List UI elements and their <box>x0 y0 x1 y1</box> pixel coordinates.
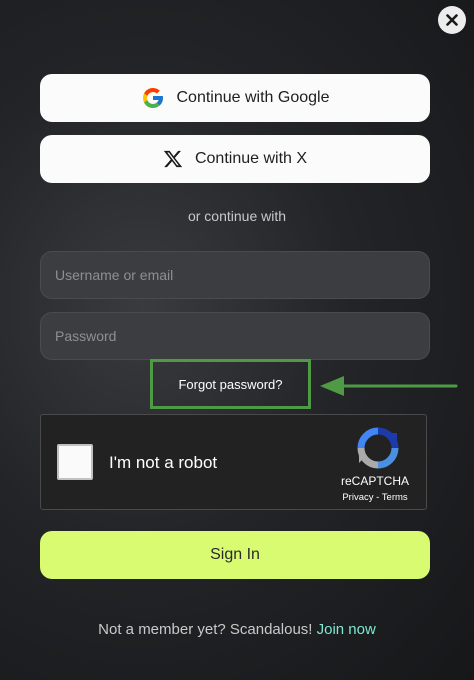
recaptcha-links: Privacy - Terms <box>319 492 431 503</box>
continue-with-x-button[interactable]: Continue with X <box>40 135 430 183</box>
sign-in-button[interactable]: Sign In <box>40 531 430 579</box>
recaptcha-privacy-link[interactable]: Privacy <box>342 492 373 503</box>
recaptcha-label: I'm not a robot <box>109 453 218 472</box>
arrow-left-icon <box>320 376 458 396</box>
forgot-password-link[interactable]: Forgot password? <box>178 377 282 392</box>
username-input[interactable] <box>40 251 430 299</box>
forgot-password-highlight: Forgot password? <box>150 359 311 409</box>
continue-with-google-button[interactable]: Continue with Google <box>40 74 430 122</box>
google-icon <box>141 86 165 110</box>
x-button-label: Continue with X <box>194 150 308 167</box>
x-logo-icon <box>163 149 183 169</box>
recaptcha-brand: reCAPTCHA <box>340 474 409 488</box>
sign-in-label: Sign In <box>210 546 260 563</box>
signup-prompt-text: Not a member yet? Scandalous! <box>98 621 313 638</box>
recaptcha-widget: I'm not a robot reCAPTCHA Privacy - Term… <box>40 414 427 510</box>
recaptcha-link-separator: - <box>373 492 382 503</box>
recaptcha-terms-link[interactable]: Terms <box>382 492 408 503</box>
google-button-label: Continue with Google <box>176 89 330 106</box>
close-button[interactable] <box>438 6 466 34</box>
join-now-link[interactable]: Join now <box>317 621 376 638</box>
recaptcha-logo-icon <box>357 427 399 474</box>
password-input[interactable] <box>40 312 430 360</box>
recaptcha-checkbox[interactable] <box>57 444 93 480</box>
divider-text: or continue with <box>187 208 287 224</box>
close-icon <box>446 14 458 26</box>
signup-prompt: Not a member yet? Scandalous! Join now <box>0 621 474 638</box>
